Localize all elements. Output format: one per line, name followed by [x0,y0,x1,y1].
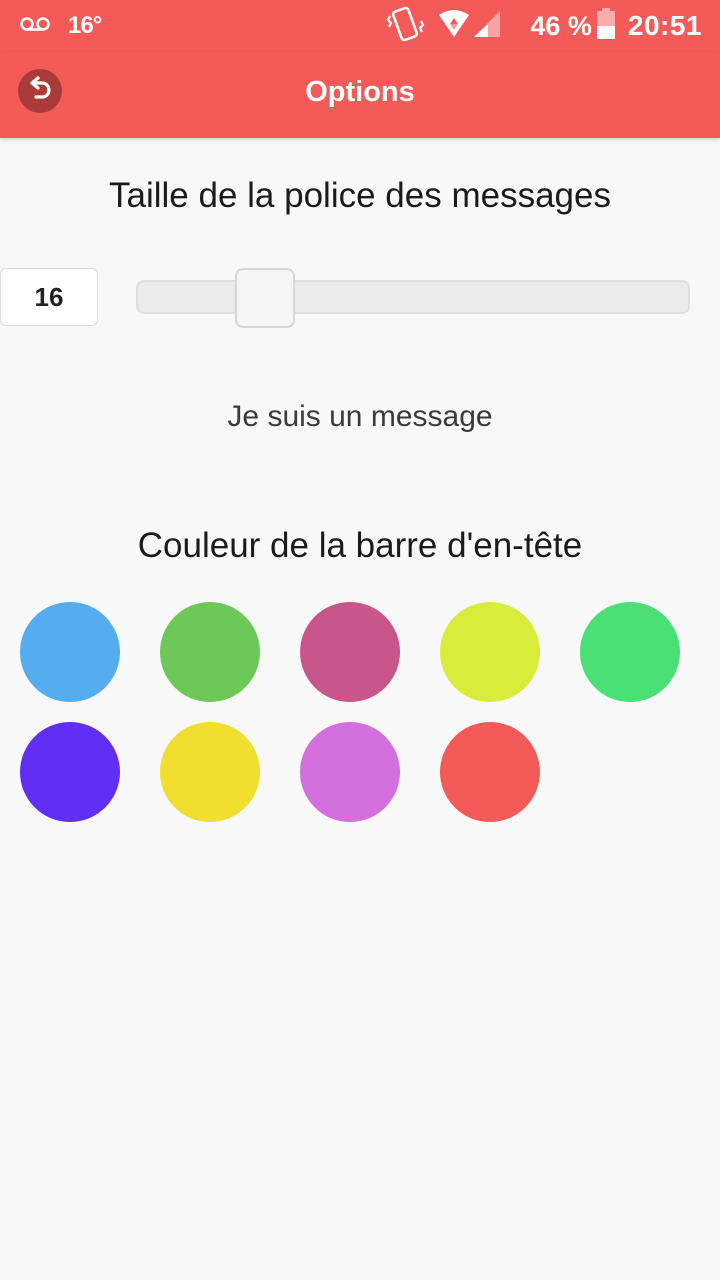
voicemail-icon [20,16,50,36]
status-bar: 16° 46 % 20:51 [0,0,720,52]
app-bar: Options [0,52,720,138]
clock-text: 20:51 [627,10,702,41]
temperature-text: 16° [68,12,102,39]
color-swatch[interactable] [160,602,260,702]
font-size-slider-thumb[interactable] [235,268,295,328]
color-swatch[interactable] [160,722,260,822]
wifi-icon [438,9,470,44]
page-title: Options [305,76,415,108]
font-size-value-field[interactable]: 16 [0,268,98,326]
battery-icon [596,7,616,45]
color-swatch[interactable] [20,722,120,822]
color-swatch[interactable] [440,722,540,822]
font-size-section-title: Taille de la police des messages [109,176,611,215]
color-swatch[interactable] [580,602,680,702]
cellular-signal-icon [472,9,502,44]
battery-percent-text: 46 % [530,10,592,41]
vibrate-icon [386,6,426,47]
color-swatch[interactable] [300,602,400,702]
font-size-slider-track[interactable] [136,280,690,314]
color-swatch[interactable] [300,722,400,822]
color-swatch[interactable] [20,602,120,702]
header-color-section-title: Couleur de la barre d'en-tête [137,526,583,565]
color-swatch[interactable] [440,602,540,702]
sample-message-text: Je suis un message [227,400,493,433]
